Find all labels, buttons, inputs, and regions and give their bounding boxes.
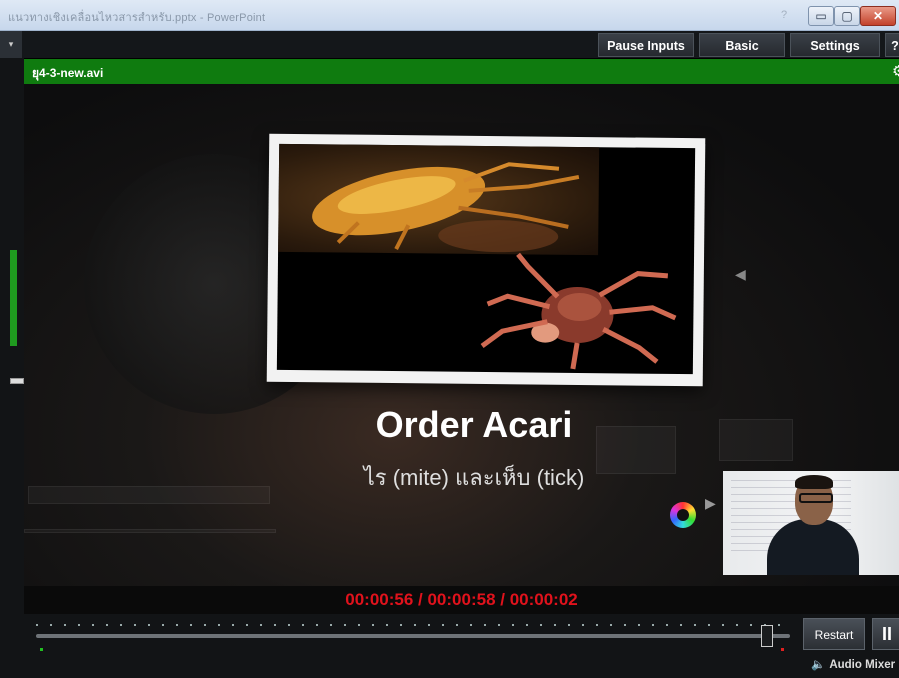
slide-subtitle: ไร (mite) และเห็บ (tick) [363, 465, 585, 490]
left-triangle-icon: ◀ [735, 266, 746, 282]
tick-illustration [480, 252, 677, 370]
out-point-marker [781, 648, 784, 651]
in-point-marker [40, 648, 43, 651]
active-input-indicator [10, 250, 17, 346]
close-icon: ✕ [872, 9, 884, 23]
seek-slider-track[interactable] [36, 634, 790, 638]
window-title: แนวทางเชิงเคลื่อนไหวสารสำหรับ.pptx - Pow… [8, 12, 266, 24]
minimize-button[interactable]: ▭ [808, 6, 834, 26]
help-button[interactable]: ? [885, 33, 899, 57]
left-panel-strip [0, 58, 24, 678]
timecode-display: 00:00:56 / 00:00:58 / 00:00:02 [345, 590, 578, 609]
minimize-icon: ▭ [815, 9, 827, 23]
seek-slider-handle[interactable] [761, 625, 774, 647]
background-line [24, 529, 276, 533]
settings-button[interactable]: Settings [790, 33, 880, 57]
playback-controls: Restart II 🔈 Audio Mixer [24, 614, 899, 678]
background-panel [719, 419, 793, 461]
chevron-down-icon[interactable]: ▾ [0, 31, 22, 58]
input-header-bar: ยุ4-3-new.avi ⚙ [24, 59, 899, 84]
close-button[interactable]: ✕ [860, 6, 896, 26]
webcam-overlay [723, 471, 899, 575]
audio-mixer-button[interactable]: 🔈 Audio Mixer [811, 657, 895, 671]
maximize-icon: ▢ [841, 9, 853, 23]
background-panel [28, 486, 270, 504]
panel-resize-handle[interactable] [10, 378, 24, 384]
pause-inputs-button[interactable]: Pause Inputs [598, 33, 694, 57]
presenter-glasses [799, 493, 833, 503]
timecode-bar: 00:00:56 / 00:00:58 / 00:00:02 [24, 586, 899, 614]
mite-and-tick-illustration [312, 162, 677, 370]
basic-button[interactable]: Basic [699, 33, 785, 57]
input-filename: ยุ4-3-new.avi [32, 66, 104, 80]
specimen-photo [276, 143, 696, 375]
maximize-button[interactable]: ▢ [834, 6, 860, 26]
restart-button[interactable]: Restart [803, 618, 865, 650]
timeline-ticks [36, 624, 786, 626]
pause-button[interactable]: II [872, 618, 899, 650]
play-triangle-icon: ▶ [705, 495, 716, 511]
specimen-photo-frame [266, 133, 706, 387]
speaker-icon: 🔈 [811, 659, 826, 671]
color-wheel-icon [670, 502, 696, 528]
help-question-icon[interactable]: ? [781, 9, 787, 21]
slide-title: Order Acari [375, 404, 573, 445]
presenter-hair [795, 475, 833, 489]
video-preview: Order Acari ไร (mite) และเห็บ (tick) ▶ ◀ [24, 84, 899, 586]
window-titlebar: แนวทางเชิงเคลื่อนไหวสารสำหรับ.pptx - Pow… [0, 0, 899, 31]
audio-mixer-label: Audio Mixer [829, 659, 896, 671]
gear-icon[interactable]: ⚙ [892, 62, 899, 80]
mite-illustration [312, 162, 580, 253]
